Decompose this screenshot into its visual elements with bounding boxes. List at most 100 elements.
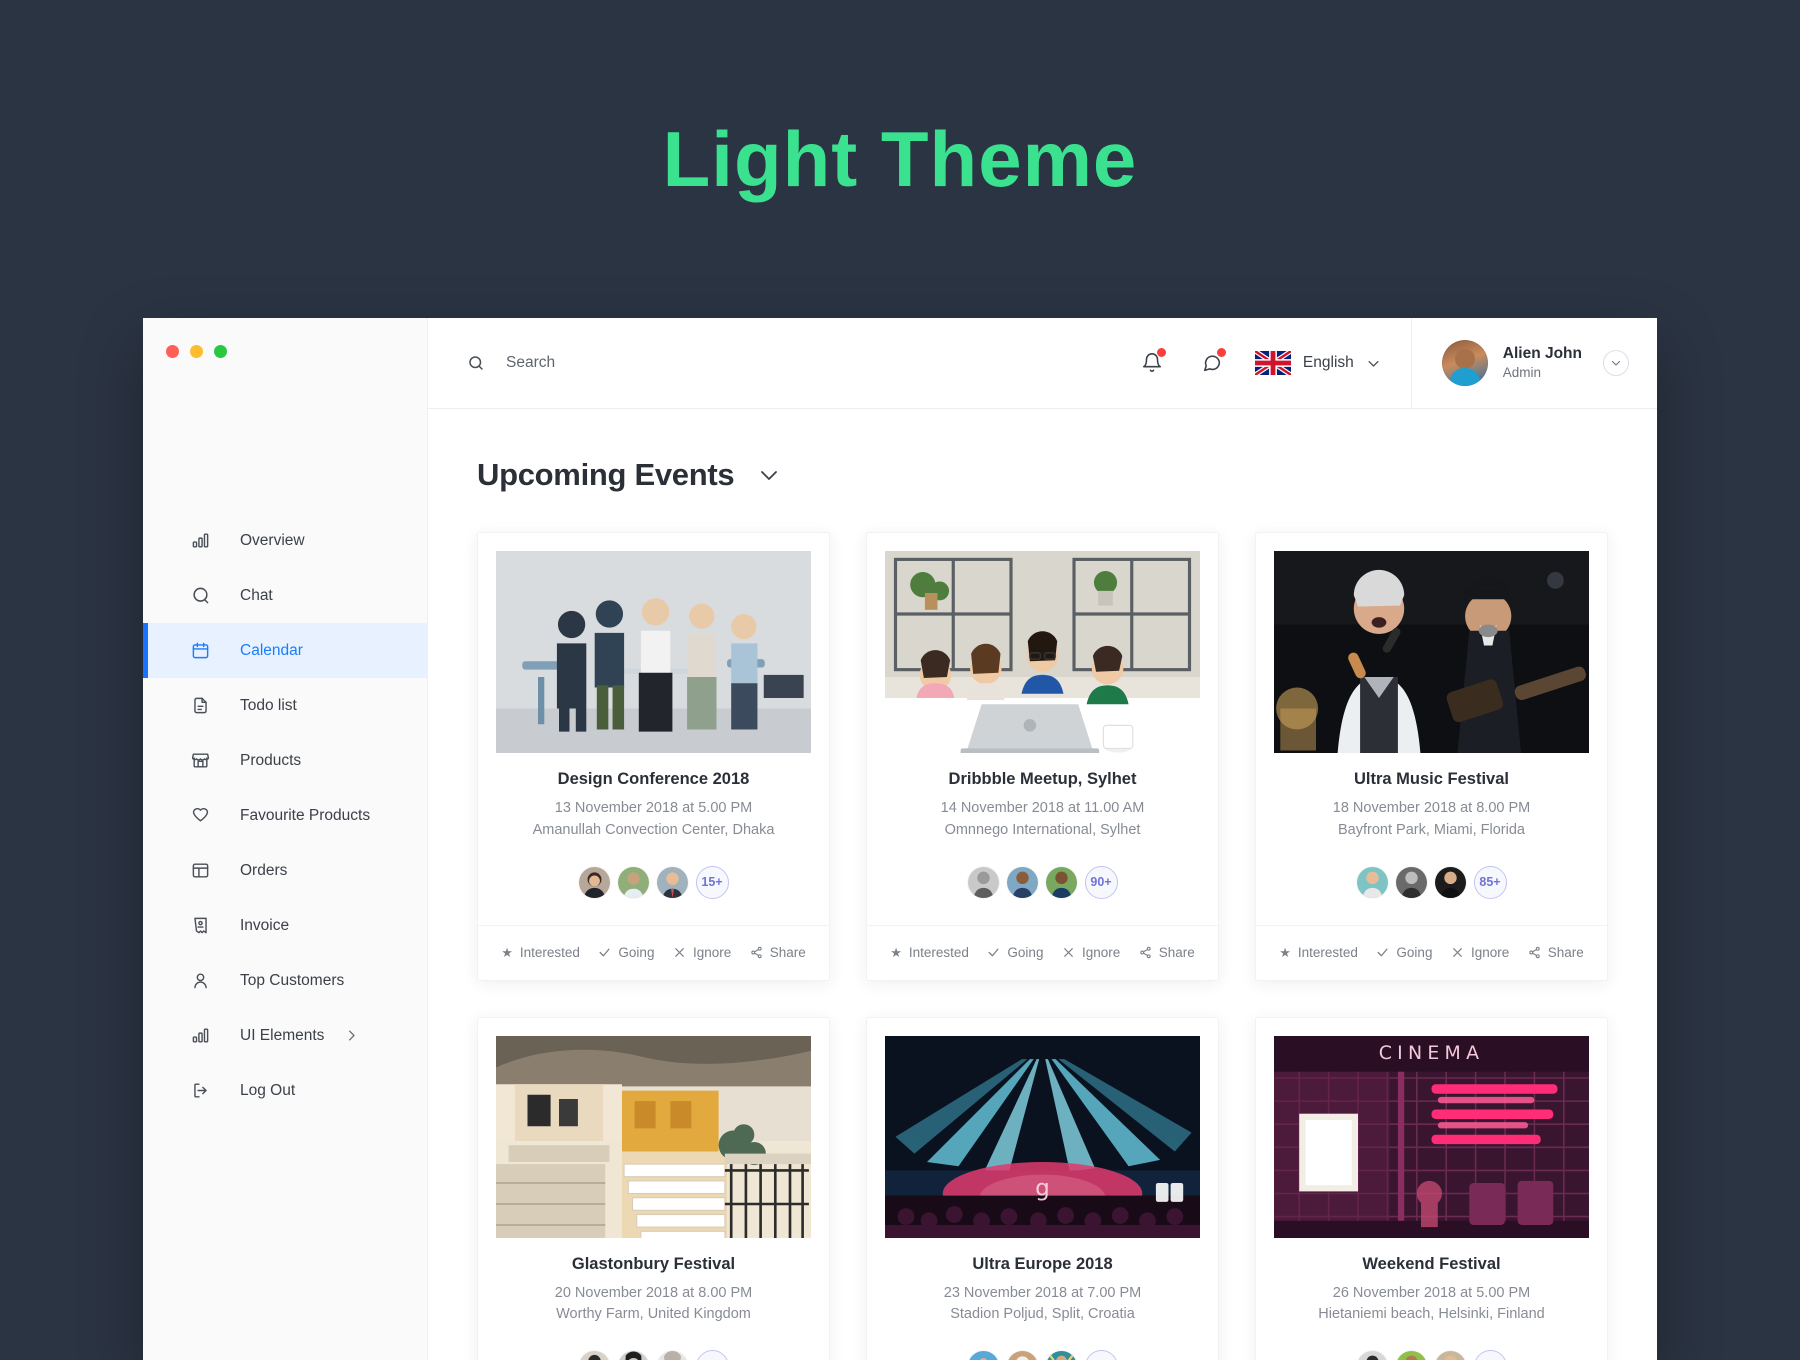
topbar: English Alien John Admin	[428, 318, 1657, 409]
going-label: Going	[618, 945, 655, 960]
sidebar-item-label: Orders	[240, 861, 288, 879]
attendee-avatar	[578, 866, 610, 898]
cinema-neon-photo: CINEMA	[1274, 1035, 1589, 1238]
event-title: Ultra Music Festival	[1354, 770, 1509, 788]
messages-button[interactable]	[1195, 346, 1229, 380]
sidebar-item-todo-list[interactable]: Todo list	[143, 678, 427, 733]
close-icon	[673, 946, 686, 959]
document-icon	[189, 695, 211, 717]
event-title: Ultra Europe 2018	[972, 1254, 1113, 1273]
sidebar-item-logout[interactable]: Log Out	[143, 1063, 427, 1118]
event-card[interactable]: Dribbble Meetup, Sylhet 14 November 2018…	[866, 532, 1219, 981]
minimize-window-button[interactable]	[190, 345, 203, 358]
attendee-avatar	[656, 1351, 688, 1360]
chevron-down-icon[interactable]	[1603, 350, 1629, 376]
sidebar-item-overview[interactable]: Overview	[143, 513, 427, 568]
going-button[interactable]: Going	[987, 945, 1043, 960]
ignore-button[interactable]: Ignore	[1062, 945, 1120, 960]
ignore-button[interactable]: Ignore	[1451, 945, 1509, 960]
event-card[interactable]: Ultra Music Festival 18 November 2018 at…	[1255, 532, 1608, 981]
event-card[interactable]: CINEMA Weekend Festival 26 November 2018…	[1255, 1016, 1608, 1360]
profile-menu[interactable]: Alien John Admin	[1410, 318, 1657, 408]
chevron-down-icon[interactable]	[757, 463, 781, 487]
sidebar-item-calendar[interactable]: Calendar	[143, 623, 427, 678]
sidebar-item-invoice[interactable]: Invoice	[143, 898, 427, 953]
attendee-avatar	[1434, 1351, 1466, 1360]
event-info: Design Conference 2018 13 November 2018 …	[478, 753, 829, 842]
profile-role: Admin	[1502, 365, 1542, 381]
interested-button[interactable]: ★ Interested	[1279, 945, 1358, 960]
share-button[interactable]: Share	[750, 945, 806, 960]
sidebar-item-top-customers[interactable]: Top Customers	[143, 953, 427, 1008]
language-selector[interactable]: English	[1254, 351, 1411, 375]
uk-flag-icon	[1254, 351, 1291, 375]
share-icon	[1139, 946, 1152, 959]
sidebar-item-label: Favourite Products	[240, 806, 371, 824]
share-button[interactable]: Share	[1139, 945, 1195, 960]
heart-icon	[189, 805, 211, 827]
ignore-label: Ignore	[1081, 945, 1121, 960]
interested-button[interactable]: ★ Interested	[501, 945, 580, 960]
sidebar-item-label: Products	[240, 751, 302, 769]
attendee-avatar	[1434, 866, 1466, 898]
attendee-count-badge[interactable]: 46+	[1473, 1350, 1507, 1360]
event-info: Ultra Europe 2018 23 November 2018 at 7.…	[867, 1238, 1218, 1327]
sidebar-item-orders[interactable]: Orders	[143, 843, 427, 898]
topbar-actions: English Alien John Admin	[1135, 318, 1657, 408]
sidebar-item-products[interactable]: Products	[143, 733, 427, 788]
office-laptop-photo	[885, 551, 1200, 753]
event-title: Design Conference 2018	[557, 770, 750, 788]
content-area: Upcoming Events Design Conference 2018 1…	[428, 409, 1657, 1360]
sidebar-item-label: Calendar	[240, 641, 303, 659]
interested-label: Interested	[908, 945, 969, 960]
svg-text:CINEMA: CINEMA	[1379, 1042, 1485, 1064]
sidebar-item-chat[interactable]: Chat	[143, 568, 427, 623]
event-datetime: 23 November 2018 at 7.00 PM	[943, 1284, 1142, 1301]
sidebar-item-ui-elements[interactable]: UI Elements	[143, 1008, 427, 1063]
event-card[interactable]: Design Conference 2018 13 November 2018 …	[477, 532, 830, 981]
attendee-avatar	[1006, 866, 1038, 898]
ignore-button[interactable]: Ignore	[673, 945, 731, 960]
sidebar-item-favourite-products[interactable]: Favourite Products	[143, 788, 427, 843]
going-label: Going	[1007, 945, 1044, 960]
event-datetime: 14 November 2018 at 11.00 AM	[940, 800, 1145, 816]
sidebar: Overview Chat Calendar Todo list Product…	[143, 318, 428, 1360]
attendee-count-badge[interactable]: 78+	[1084, 1350, 1118, 1360]
event-info: Glastonbury Festival 20 November 2018 at…	[478, 1238, 829, 1327]
attendee-count-badge[interactable]: 15+	[695, 865, 729, 899]
avatar	[1441, 340, 1488, 386]
attendee-avatar	[1006, 1351, 1038, 1360]
share-icon	[750, 946, 763, 959]
attendee-count-badge[interactable]: 1K+	[695, 1350, 729, 1360]
page-header: Upcoming Events	[477, 457, 1608, 493]
sidebar-nav: Overview Chat Calendar Todo list Product…	[143, 513, 427, 1208]
chevron-right-icon	[344, 1028, 359, 1043]
search-icon	[467, 354, 485, 372]
event-actions: ★ Interested Going Ignore Share	[867, 924, 1218, 980]
star-icon: ★	[1279, 945, 1291, 960]
close-window-button[interactable]	[166, 345, 179, 358]
attendee-avatar	[617, 1351, 649, 1360]
maximize-window-button[interactable]	[214, 345, 227, 358]
attendee-count-badge[interactable]: 90+	[1084, 865, 1118, 899]
ignore-label: Ignore	[1470, 945, 1510, 960]
going-button[interactable]: Going	[598, 945, 654, 960]
event-card[interactable]: g Ultra Europe 2018 23 November 2018 at …	[866, 1016, 1219, 1360]
attendee-avatar	[1045, 1351, 1077, 1360]
search-input[interactable]	[506, 354, 846, 372]
notifications-button[interactable]	[1135, 346, 1169, 380]
check-icon	[987, 946, 1000, 959]
attendee-avatar	[1356, 1351, 1388, 1360]
event-datetime: 13 November 2018 at 5.00 PM	[554, 800, 753, 816]
interested-label: Interested	[1297, 945, 1358, 960]
event-card[interactable]: Glastonbury Festival 20 November 2018 at…	[477, 1016, 830, 1360]
interested-button[interactable]: ★ Interested	[890, 945, 969, 960]
attendee-count-badge[interactable]: 85+	[1473, 865, 1507, 899]
interested-label: Interested	[519, 945, 580, 960]
profile-text: Alien John Admin	[1503, 344, 1582, 382]
share-button[interactable]: Share	[1528, 945, 1584, 960]
going-button[interactable]: Going	[1376, 945, 1432, 960]
profile-name: Alien John	[1502, 345, 1582, 363]
sidebar-item-label: Log Out	[240, 1081, 296, 1099]
attendee-avatar	[1395, 866, 1427, 898]
